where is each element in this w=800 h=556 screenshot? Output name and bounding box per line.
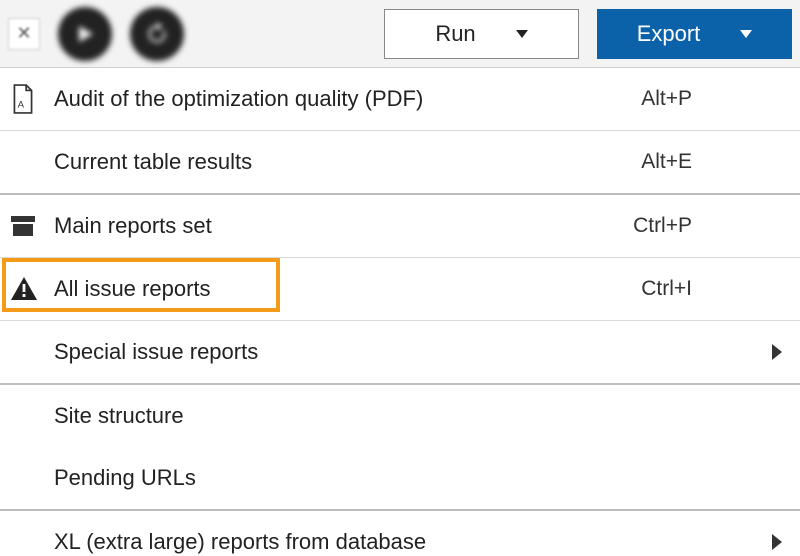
menu-item-current-table[interactable]: Current table results Alt+E	[0, 131, 800, 193]
chevron-right-icon	[772, 344, 782, 360]
close-icon: ✕	[16, 23, 31, 44]
svg-text:A: A	[18, 100, 25, 111]
toolbar-play-button[interactable]	[58, 7, 112, 61]
menu-item-label: Audit of the optimization quality (PDF)	[54, 86, 423, 112]
chevron-down-icon	[516, 30, 528, 38]
menu-item-label: Current table results	[54, 149, 252, 175]
chevron-down-icon	[740, 30, 752, 38]
menu-item-site-structure[interactable]: Site structure	[0, 385, 800, 447]
menu-item-shortcut: Alt+P	[641, 87, 692, 111]
export-menu: A Audit of the optimization quality (PDF…	[0, 68, 800, 556]
refresh-icon	[144, 21, 170, 47]
warning-icon	[10, 276, 54, 302]
menu-item-label: Special issue reports	[54, 339, 258, 365]
menu-item-main-reports[interactable]: Main reports set Ctrl+P	[0, 195, 800, 257]
pdf-icon: A	[10, 84, 54, 114]
menu-item-special-issue-reports[interactable]: Special issue reports	[0, 321, 800, 383]
archive-icon	[10, 215, 54, 237]
run-button-label: Run	[435, 21, 475, 47]
export-button-label: Export	[637, 21, 701, 47]
menu-item-label: All issue reports	[54, 276, 211, 302]
menu-item-label: XL (extra large) reports from database	[54, 529, 426, 555]
menu-item-shortcut: Alt+E	[641, 150, 692, 174]
menu-item-audit-pdf[interactable]: A Audit of the optimization quality (PDF…	[0, 68, 800, 130]
menu-item-label: Pending URLs	[54, 465, 196, 491]
menu-item-all-issue-reports[interactable]: All issue reports Ctrl+I	[0, 258, 800, 320]
toolbar: ✕ Run Export	[0, 0, 800, 68]
chevron-right-icon	[772, 534, 782, 550]
toolbar-close-button[interactable]: ✕	[8, 18, 40, 50]
menu-item-pending-urls[interactable]: Pending URLs	[0, 447, 800, 509]
play-icon	[73, 22, 97, 46]
menu-item-label: Main reports set	[54, 213, 212, 239]
menu-item-shortcut: Ctrl+P	[633, 214, 692, 238]
toolbar-refresh-button[interactable]	[130, 7, 184, 61]
run-button[interactable]: Run	[384, 9, 579, 59]
menu-item-xl-reports[interactable]: XL (extra large) reports from database	[0, 511, 800, 556]
export-button[interactable]: Export	[597, 9, 792, 59]
menu-item-label: Site structure	[54, 403, 184, 429]
menu-item-shortcut: Ctrl+I	[641, 277, 692, 301]
